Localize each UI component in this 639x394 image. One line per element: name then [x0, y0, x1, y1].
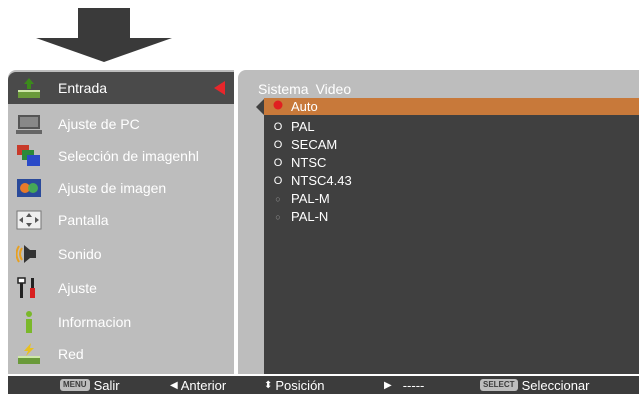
tab-video[interactable]: Video: [316, 81, 352, 97]
arrow-right-icon: ▶: [384, 379, 392, 391]
selected-dot-icon: [271, 100, 285, 113]
arrow-left-icon: ◀: [170, 379, 178, 391]
submenu-panel: Sistema Video Auto O PAL O SECAM O NTSC O…: [238, 70, 639, 374]
option-auto[interactable]: Auto: [264, 98, 639, 115]
tab-sistema[interactable]: Sistema: [258, 81, 309, 97]
option-secam[interactable]: O SECAM: [264, 136, 639, 153]
footer-select: SELECT Seleccionar: [480, 377, 590, 393]
footer-position-label: Posición: [275, 377, 325, 393]
footer-help-bar: MENU Salir ◀ Anterior ⬍ Posición ▶ -----…: [8, 376, 639, 394]
footer-select-label: Seleccionar: [521, 377, 590, 393]
image-select-icon: [16, 144, 42, 168]
menu-item-label: Ajuste de imagen: [58, 180, 167, 196]
menu-item-red[interactable]: Red: [8, 338, 234, 370]
option-label: Auto: [291, 99, 318, 114]
menu-item-label: Selección de imagenhl: [58, 148, 199, 164]
footer-previous-label: Anterior: [180, 377, 227, 393]
menu-item-label: Sonido: [58, 246, 102, 262]
image-adjust-icon: [16, 176, 42, 200]
footer-next: ▶ -----: [384, 377, 424, 393]
screen-icon: [16, 208, 42, 232]
menu-item-sonido[interactable]: Sonido: [8, 238, 234, 270]
sound-icon: [15, 242, 42, 266]
menu-item-label: Red: [58, 346, 84, 362]
down-arrow-icon: [36, 8, 172, 62]
radio-icon: O: [273, 120, 283, 133]
option-label: NTSC: [291, 155, 327, 170]
footer-previous: ◀ Anterior: [170, 377, 226, 393]
menu-item-label: Ajuste de PC: [58, 116, 140, 132]
submenu-tabs: Sistema Video: [258, 81, 358, 97]
select-key-icon: SELECT: [480, 379, 518, 391]
main-menu: Entrada Ajuste de PC Selección de imagen…: [8, 70, 234, 374]
footer-next-label: -----: [402, 377, 425, 393]
settings-icon: [16, 276, 42, 300]
footer-exit-label: Salir: [93, 377, 120, 393]
menu-item-ajuste-imagen[interactable]: Ajuste de imagen: [8, 172, 234, 204]
arrow-up-down-icon: ⬍: [264, 379, 273, 391]
menu-item-informacion[interactable]: Informacion: [8, 306, 234, 338]
option-label: NTSC4.43: [291, 173, 352, 188]
option-list: Auto O PAL O SECAM O NTSC O NTSC4.43 ○ P…: [264, 98, 639, 374]
footer-exit: MENU Salir: [60, 377, 120, 393]
menu-item-pantalla[interactable]: Pantalla: [8, 204, 234, 236]
menu-key-icon: MENU: [60, 379, 90, 391]
radio-disabled-icon: ○: [275, 193, 281, 204]
menu-item-label: Informacion: [58, 314, 132, 330]
menu-item-label: Entrada: [58, 80, 108, 96]
option-pal-m: ○ PAL-M: [264, 190, 639, 207]
menu-item-label: Pantalla: [58, 212, 109, 228]
option-ntsc443[interactable]: O NTSC4.43: [264, 172, 639, 189]
option-pal[interactable]: O PAL: [264, 118, 639, 135]
info-icon: [16, 310, 42, 334]
radio-icon: O: [273, 138, 283, 151]
menu-item-seleccion-imagen[interactable]: Selección de imagenhl: [8, 140, 234, 172]
menu-item-label: Ajuste: [58, 280, 97, 296]
radio-icon: O: [273, 174, 283, 187]
option-label: SECAM: [291, 137, 338, 152]
menu-item-ajuste-pc[interactable]: Ajuste de PC: [8, 108, 234, 140]
option-pal-n: ○ PAL-N: [264, 208, 639, 225]
radio-icon: O: [273, 156, 283, 169]
selection-marker-icon: [214, 81, 225, 95]
option-label: PAL: [291, 119, 315, 134]
menu-item-entrada[interactable]: Entrada: [8, 72, 234, 104]
option-label: PAL-N: [291, 209, 329, 224]
radio-disabled-icon: ○: [275, 211, 281, 222]
option-label: PAL-M: [291, 191, 330, 206]
pc-adjust-icon: [16, 112, 42, 136]
input-icon: [16, 76, 42, 100]
option-ntsc[interactable]: O NTSC: [264, 154, 639, 171]
footer-position: ⬍ Posición: [264, 377, 325, 393]
network-icon: [16, 342, 42, 366]
menu-item-ajuste[interactable]: Ajuste: [8, 272, 234, 304]
